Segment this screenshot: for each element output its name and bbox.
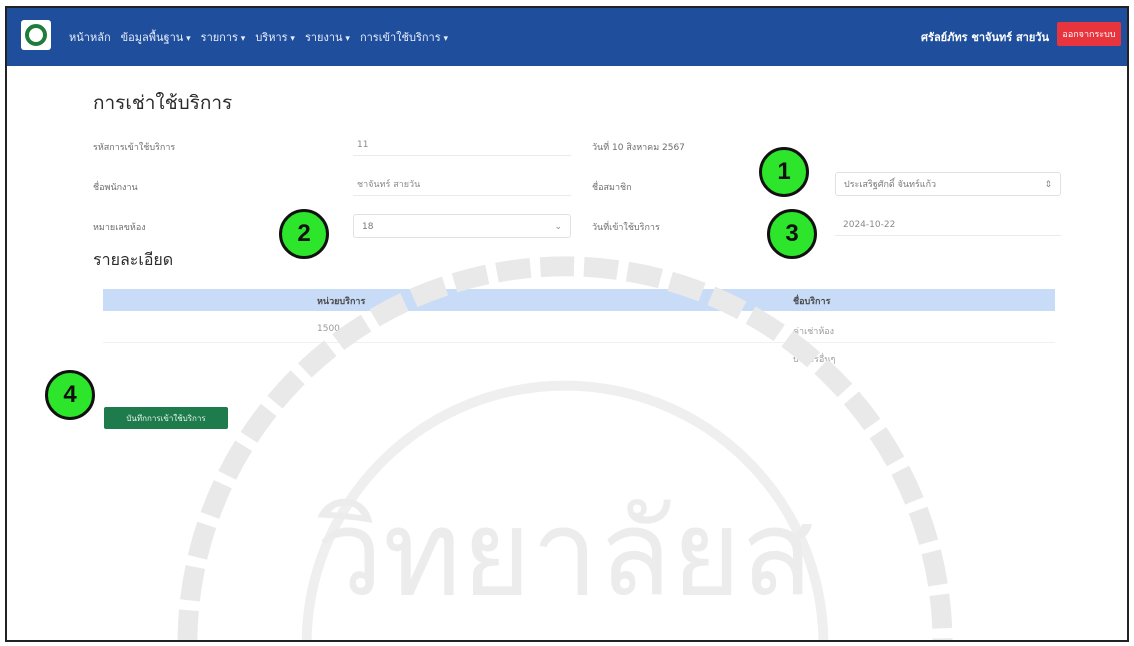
checkin-date-field[interactable]: 2024-10-22 [835, 214, 1061, 236]
table-cell-unit: 1500 [317, 324, 340, 334]
details-title: รายละเอียด [93, 250, 174, 269]
callout-badge-4: 4 [45, 370, 95, 420]
page-title: การเช่าใช้บริการ [93, 92, 233, 114]
row-divider [103, 342, 1055, 343]
nav-menu: หน้าหลัก ข้อมูลพื้นฐาน รายการ บริหาร ราย… [69, 28, 448, 46]
nav-item-list[interactable]: รายการ [201, 28, 246, 46]
app-window: หน้าหลัก ข้อมูลพื้นฐาน รายการ บริหาร ราย… [5, 6, 1129, 642]
checkin-label: วันที่เข้าใช้บริการ [592, 223, 660, 233]
nav-item-manage[interactable]: บริหาร [255, 28, 295, 46]
nav-item-report[interactable]: รายงาน [305, 28, 350, 46]
save-service-usage-button[interactable]: บันทึกการเข้าใช้บริการ [104, 407, 228, 429]
service-code-field[interactable]: 11 [353, 134, 571, 156]
room-label: หมายเลขห้อง [93, 223, 146, 233]
nav-item-home[interactable]: หน้าหลัก [69, 28, 111, 46]
top-navbar: หน้าหลัก ข้อมูลพื้นฐาน รายการ บริหาร ราย… [7, 8, 1127, 66]
staff-label: ชื่อพนักงาน [93, 183, 138, 193]
member-label: ชื่อสมาชิก [592, 183, 632, 193]
table-header: หน่วยบริการ ชื่อบริการ [103, 289, 1055, 311]
column-header-service: ชื่อบริการ [793, 297, 831, 307]
nav-item-basic-data[interactable]: ข้อมูลพื้นฐาน [121, 28, 191, 46]
logo-ring-icon [25, 24, 47, 46]
room-select[interactable]: 18 ⌄ [353, 214, 571, 238]
column-header-unit: หน่วยบริการ [317, 297, 366, 307]
callout-badge-3: 3 [767, 209, 817, 259]
room-select-value: 18 [362, 222, 374, 232]
svg-text:วิทยาลัยส: วิทยาลัยส [316, 484, 814, 623]
member-select[interactable]: ประเสริฐศักดิ์ จันทร์แก้ว ⇕ [835, 172, 1061, 196]
chevron-down-icon: ⌄ [554, 222, 562, 232]
logout-button[interactable]: ออกจากระบบ [1057, 22, 1121, 46]
callout-badge-1: 1 [759, 147, 809, 197]
table-cell-unit: 800 [317, 352, 335, 362]
app-logo[interactable] [21, 20, 51, 50]
table-cell-service: บริการอื่นๆ [793, 355, 836, 365]
chevron-down-icon: ⇕ [1044, 180, 1052, 190]
callout-badge-2: 2 [279, 209, 329, 259]
nav-item-service-usage[interactable]: การเข้าใช้บริการ [360, 28, 448, 46]
staff-field[interactable]: ชาจันทร์ สายวัน [353, 174, 571, 196]
table-cell-service: ค่าเช่าห้อง [793, 327, 835, 337]
member-select-value: ประเสริฐศักดิ์ จันทร์แก้ว [844, 180, 937, 190]
service-code-label: รหัสการเข้าใช้บริการ [93, 143, 176, 153]
user-name: ศรัลย์ภัทร ชาจันทร์ สายวัน [921, 31, 1049, 44]
date-text: วันที่ 10 สิงหาคม 2567 [592, 143, 685, 153]
